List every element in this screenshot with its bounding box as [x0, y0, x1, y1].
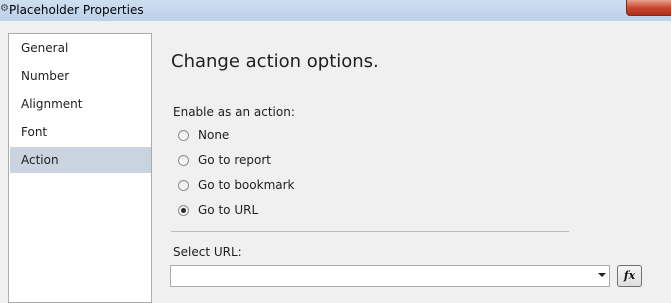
radio-go-to-bookmark[interactable]	[178, 179, 189, 191]
expression-button[interactable]: fx	[617, 265, 642, 287]
separator	[171, 231, 569, 232]
nav-item-action[interactable]: Action	[10, 147, 151, 173]
close-button[interactable]	[626, 0, 671, 16]
option-go-to-url-label[interactable]: Go to URL	[198, 202, 258, 218]
chevron-down-icon[interactable]	[598, 273, 606, 277]
radio-go-to-url[interactable]	[178, 204, 189, 216]
url-combo-box[interactable]	[170, 265, 610, 287]
option-go-to-bookmark-label[interactable]: Go to bookmark	[198, 177, 295, 193]
option-none[interactable]: None	[178, 126, 229, 144]
option-none-label[interactable]: None	[198, 127, 229, 143]
radio-none[interactable]	[178, 129, 189, 141]
radio-go-to-report[interactable]	[178, 154, 189, 166]
option-go-to-report[interactable]: Go to report	[178, 151, 271, 169]
option-go-to-bookmark[interactable]: Go to bookmark	[178, 176, 295, 194]
properties-nav: General Number Alignment Font Action	[8, 33, 152, 303]
page-heading: Change action options.	[171, 51, 379, 72]
nav-item-alignment[interactable]: Alignment	[10, 91, 151, 117]
option-go-to-url[interactable]: Go to URL	[178, 201, 258, 219]
enable-action-label: Enable as an action:	[173, 105, 295, 119]
option-go-to-report-label[interactable]: Go to report	[198, 152, 271, 168]
title-bar: ⚙ Placeholder Properties	[0, 0, 671, 21]
nav-item-number[interactable]: Number	[10, 63, 151, 89]
select-url-label: Select URL:	[173, 245, 242, 259]
nav-item-font[interactable]: Font	[10, 119, 151, 145]
window-title: Placeholder Properties	[9, 3, 144, 17]
nav-item-general[interactable]: General	[10, 35, 151, 61]
